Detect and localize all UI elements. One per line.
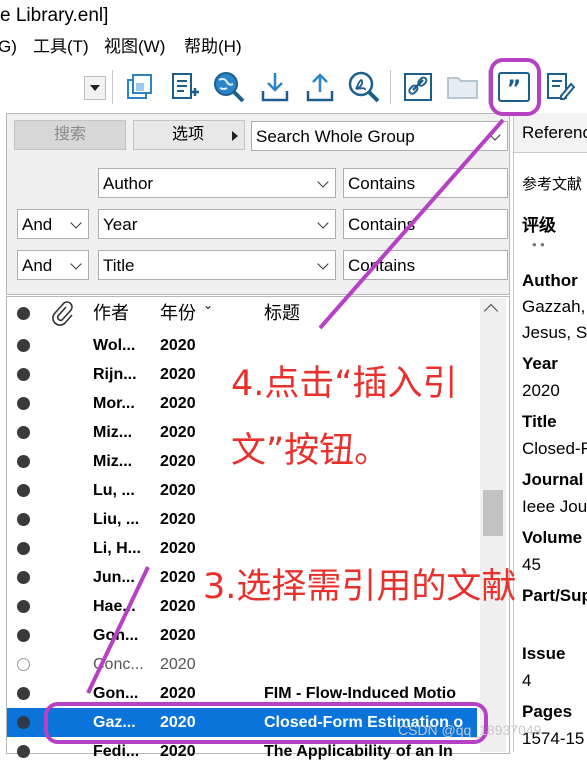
annotation-step3: 3.选择需引用的文献 [203,567,517,607]
annotation-arrow-step3 [86,566,150,694]
annotation-arrow-step4 [318,118,505,330]
annotation-step4-line2: 文”按钮。 [231,431,390,471]
insert-citation-highlight [489,58,541,116]
watermark: CSDN @qq_18937049 [398,722,542,738]
annotation-step4-line1: 4.点击“插入引 [231,364,458,404]
